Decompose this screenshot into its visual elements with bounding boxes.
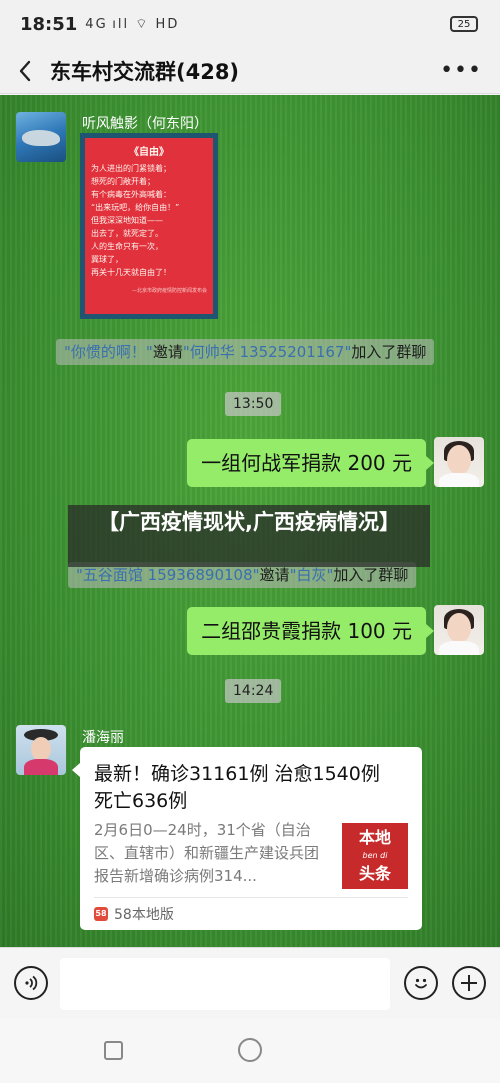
avatar-face bbox=[447, 613, 471, 643]
system-navigation-bar bbox=[0, 1019, 500, 1083]
sender-avatar-woman[interactable] bbox=[16, 725, 66, 775]
thumb-subtext: ben di bbox=[362, 851, 388, 860]
thumb-text: 本地 bbox=[358, 828, 391, 847]
sender-name: 听风触影（何东阳） bbox=[82, 116, 208, 132]
notice-result: 加入了群聊 bbox=[351, 343, 427, 361]
notice-action: 邀请 bbox=[152, 343, 183, 361]
chat-header: 东车村交流群(428) ••• bbox=[0, 48, 500, 94]
thumb-text: 头条 bbox=[358, 864, 391, 883]
recent-apps-button[interactable] bbox=[104, 1041, 123, 1060]
notice-action: 邀请 bbox=[259, 566, 290, 584]
article-title-overlay: 【广西疫情现状,广西疫病情况】 bbox=[68, 505, 430, 567]
emoji-icon bbox=[415, 978, 427, 989]
battery-icon: 25 bbox=[450, 16, 478, 32]
poster-line: 冀球了， bbox=[91, 255, 123, 264]
poster-line: 有个病毒在外高喊着： bbox=[91, 190, 171, 199]
sender-avatar-shark[interactable] bbox=[16, 112, 66, 162]
avatar-body bbox=[439, 641, 479, 655]
poster-footer: —北京市政府疫情防控新闻发布会 bbox=[131, 288, 207, 294]
home-button[interactable] bbox=[238, 1038, 262, 1062]
link-card-thumbnail: 本地 ben di 头条 bbox=[342, 823, 408, 889]
poster-title: 《自由》 bbox=[129, 147, 169, 158]
self-avatar[interactable] bbox=[434, 437, 484, 487]
status-time: 18:51 bbox=[20, 13, 78, 35]
message-input-bar bbox=[0, 947, 500, 1019]
message-bubble-self[interactable]: 二组邵贵霞捐款 100 元 bbox=[187, 607, 434, 655]
source-name: 58本地版 bbox=[114, 907, 174, 923]
link-card-description: 2月6日0—24时，31个省（自治区、直辖市）和新疆生产建设兵团报告新增确诊病例… bbox=[94, 821, 320, 885]
more-options-icon[interactable]: ••• bbox=[440, 58, 482, 83]
timestamp: 14:24 bbox=[225, 679, 282, 703]
avatar-face bbox=[31, 737, 51, 761]
source-app-icon: 58 bbox=[94, 907, 108, 921]
message-bubble-self[interactable]: 一组何战军捐款 200 元 bbox=[187, 439, 434, 487]
invitee-link[interactable]: "何帅华 13525201167" bbox=[183, 343, 352, 361]
plus-icon bbox=[461, 975, 477, 991]
image-message-poster[interactable]: 《自由》 为人进出的门紧锁着； 想死的门敞开着； 有个病毒在外高喊着： “出来玩… bbox=[80, 133, 218, 319]
voice-button[interactable] bbox=[14, 966, 48, 1000]
link-card-source: 58 58本地版 bbox=[94, 904, 174, 924]
notice-result: 加入了群聊 bbox=[333, 566, 409, 584]
status-bar: 18:51 4G ıll ⌔ HD 25 bbox=[0, 0, 500, 48]
voice-icon bbox=[25, 975, 38, 991]
timestamp: 13:50 bbox=[225, 392, 282, 416]
link-card-title: 最新！确诊31161例 治愈1540例 死亡636例 bbox=[94, 763, 380, 812]
avatar-body bbox=[24, 759, 58, 775]
chat-messages-area[interactable]: 听风触影（何东阳） 《自由》 为人进出的门紧锁着； 想死的门敞开着； 有个病毒在… bbox=[0, 95, 500, 947]
poster-line: 再关十几天就自由了！ bbox=[91, 268, 171, 277]
inviter-link[interactable]: "五谷面馆 15936890108" bbox=[76, 566, 260, 584]
poster-line: “出来玩吧，给你自由！” bbox=[91, 203, 180, 212]
chat-title: 东车村交流群(428) bbox=[50, 59, 240, 84]
link-card-message[interactable]: 最新！确诊31161例 治愈1540例 死亡636例 2月6日0—24时，31个… bbox=[72, 747, 422, 930]
poster-line: 出去了，就死定了。 bbox=[91, 229, 163, 238]
self-avatar[interactable] bbox=[434, 605, 484, 655]
poster-line: 为人进出的门紧锁着； bbox=[91, 164, 171, 173]
avatar-body bbox=[439, 473, 479, 487]
message-input[interactable] bbox=[60, 958, 390, 1010]
poster-line: 但我深深地知道—— bbox=[91, 216, 163, 225]
back-arrow-icon bbox=[19, 60, 31, 81]
invitee-link[interactable]: "白灰" bbox=[290, 566, 334, 584]
sender-name: 潘海丽 bbox=[82, 730, 124, 746]
system-notice-join: "你惯的啊！"邀请"何帅华 13525201167"加入了群聊 bbox=[56, 339, 435, 365]
poster-line: 人的生命只有一次， bbox=[91, 242, 163, 251]
inviter-link[interactable]: "你惯的啊！" bbox=[64, 343, 153, 361]
poster-content: 《自由》 为人进出的门紧锁着； 想死的门敞开着； 有个病毒在外高喊着： “出来玩… bbox=[85, 138, 213, 314]
poster-line: 想死的门敞开着； bbox=[91, 177, 155, 186]
emoji-button[interactable] bbox=[404, 966, 438, 1000]
shark-image bbox=[22, 130, 60, 146]
signal-wifi-icons: 4G ıll ⌔ HD bbox=[85, 17, 180, 32]
avatar-face bbox=[447, 445, 471, 475]
back-button[interactable] bbox=[0, 48, 50, 94]
divider bbox=[94, 897, 408, 898]
more-functions-button[interactable] bbox=[452, 966, 486, 1000]
